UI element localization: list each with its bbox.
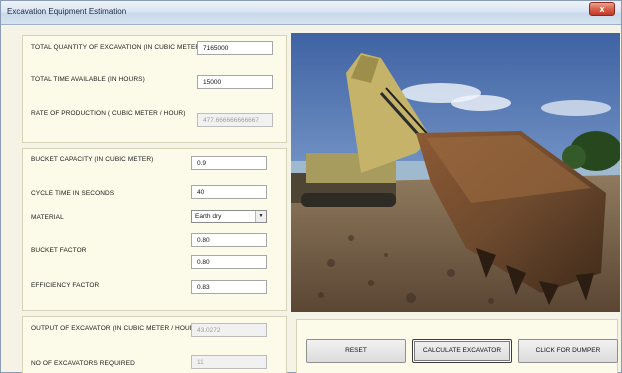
rate-of-production-label: RATE OF PRODUCTION ( CUBIC METER / HOUR): [31, 110, 186, 117]
cycle-time-input[interactable]: 40: [191, 185, 267, 199]
material-select[interactable]: Earth dry ▼: [191, 210, 267, 223]
rate-of-production-field: 477.666666666667: [197, 113, 273, 127]
total-time-label: TOTAL TIME AVAILABLE (IN HOURS): [31, 76, 145, 83]
excavator-output-label: OUTPUT OF EXCAVATOR (IN CUBIC METER / HO…: [31, 325, 199, 332]
excavator-params-panel: BUCKET CAPACITY (IN CUBIC METER) 0.9 CYC…: [22, 148, 287, 311]
chevron-down-icon[interactable]: ▼: [255, 211, 266, 222]
excavator-photo: [291, 33, 620, 312]
excavator-image: [291, 33, 620, 312]
excavators-required-field: 11: [191, 355, 267, 369]
material-selected-value: Earth dry: [195, 213, 222, 220]
close-button[interactable]: x: [589, 2, 615, 16]
button-bar: RESET CALCULATE EXCAVATOR CLICK FOR DUMP…: [296, 319, 618, 373]
bucket-factor-label: BUCKET FACTOR: [31, 247, 87, 254]
production-panel: TOTAL QUANTITY OF EXCAVATION (IN CUBIC M…: [22, 35, 287, 143]
title-bar[interactable]: Excavation Equipment Estimation x: [1, 1, 621, 25]
dumper-button[interactable]: CLICK FOR DUMPER: [518, 339, 618, 363]
output-panel: OUTPUT OF EXCAVATOR (IN CUBIC METER / HO…: [22, 316, 287, 373]
cycle-time-label: CYCLE TIME IN SECONDS: [31, 190, 115, 197]
bucket-factor-input[interactable]: 0.80: [191, 233, 267, 247]
excavator-output-field: 43.0272: [191, 323, 267, 337]
excavators-required-label: NO OF EXCAVATORS REQUIRED: [31, 360, 135, 367]
window-title: Excavation Equipment Estimation: [7, 7, 127, 16]
app-window: Excavation Equipment Estimation x TOTAL …: [0, 0, 622, 373]
bucket-capacity-label: BUCKET CAPACITY (IN CUBIC METER): [31, 156, 154, 163]
bucket-factor-computed-field[interactable]: 0.80: [191, 255, 267, 269]
efficiency-factor-input[interactable]: 0.83: [191, 280, 267, 294]
bucket-capacity-input[interactable]: 0.9: [191, 156, 267, 170]
total-time-input[interactable]: 15000: [197, 75, 273, 89]
reset-button[interactable]: RESET: [306, 339, 406, 363]
material-label: MATERIAL: [31, 214, 64, 221]
total-quantity-input[interactable]: 7165000: [197, 41, 273, 55]
calculate-excavator-button[interactable]: CALCULATE EXCAVATOR: [412, 339, 512, 363]
total-quantity-label: TOTAL QUANTITY OF EXCAVATION (IN CUBIC M…: [31, 44, 203, 51]
close-icon: x: [599, 4, 605, 14]
efficiency-factor-label: EFFICIENCY FACTOR: [31, 282, 100, 289]
